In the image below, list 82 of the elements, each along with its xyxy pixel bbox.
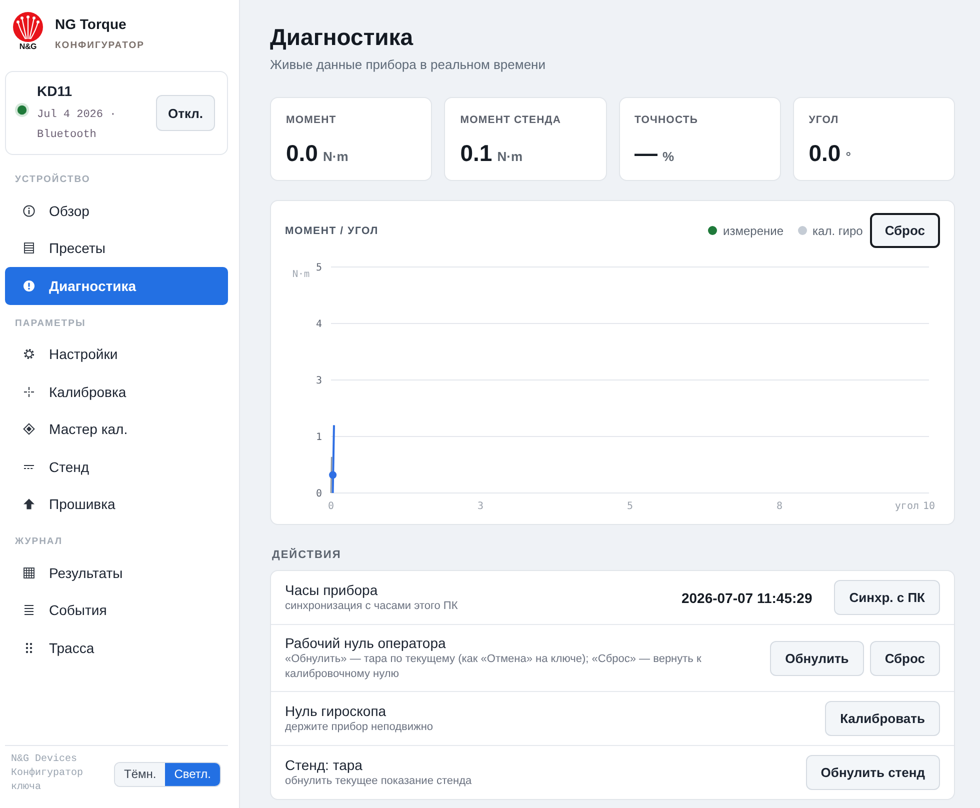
dots-icon [23, 642, 35, 654]
crosshair-icon [23, 386, 35, 398]
stat-label: МОМЕНТ [286, 113, 338, 127]
stat-label: УГОЛ [808, 113, 840, 127]
theme-option[interactable]: Тёмн. [115, 762, 166, 786]
nav-section-title: УСТРОЙСТВО [14, 173, 90, 187]
data-point [329, 471, 337, 479]
nav-item[interactable]: Обзор [5, 192, 228, 230]
axis-tick-label: 0 [316, 488, 322, 500]
stat-label: ТОЧНОСТЬ [634, 113, 700, 127]
stat-value: 0.0 [808, 140, 841, 166]
row-description: «Обнулить» — тара по текущему (как «Отмена» на ключе); «Сброс» — вернуть к калибровочному нулю [285, 652, 702, 682]
diamond-icon [23, 423, 35, 436]
lines-icon [23, 604, 35, 616]
app-subtitle: КОНФИГУРАТОР [55, 40, 144, 52]
nav-item[interactable]: Пресеты [5, 230, 228, 267]
reference-line [330, 456, 332, 494]
axis-tick-label: 10 [922, 501, 936, 512]
axis-tick-label: 5 [316, 262, 322, 274]
action-button[interactable]: Обнулить [770, 640, 864, 676]
nav-item[interactable]: Стенд [5, 448, 228, 486]
axis-tick-label: 0 [328, 501, 334, 512]
stat-unit: ° [846, 149, 851, 164]
axis-tick-label: 4 [316, 319, 322, 330]
axis-tick-label: 3 [316, 376, 322, 386]
stat-unit: N·m [322, 149, 348, 164]
list-icon [23, 242, 35, 254]
arrow-up-icon [23, 498, 35, 510]
nav-item[interactable]: Результаты [5, 554, 228, 592]
device-info: Jul 4 2026 · Bluetooth [37, 108, 118, 142]
stat-unit: % [662, 149, 674, 164]
stat-value: — [634, 140, 658, 166]
legend-label: измерение [723, 224, 784, 238]
clock-value: 2026-07-07 11:45:29 [681, 590, 812, 606]
row-title: Рабочий нуль оператора [285, 634, 446, 652]
stat-label: МОМЕНТ СТЕНДА [460, 113, 562, 127]
nav-item[interactable]: Калибровка [5, 373, 228, 410]
row-title: Часы прибора [285, 581, 378, 599]
row-title: Стенд: тара [285, 756, 362, 774]
stat-unit: N·m [497, 149, 523, 164]
theme-option[interactable]: Светл. [165, 762, 220, 786]
nav-item[interactable]: События [5, 592, 228, 629]
section-title: ДЕЙСТВИЯ [272, 548, 342, 562]
axis-unit-label: N·m [292, 269, 310, 280]
info-icon [23, 204, 35, 217]
nav-item[interactable]: Настройки [5, 336, 228, 373]
reset-button[interactable]: Сброс [870, 213, 940, 248]
row-title: Нуль гироскопа [285, 702, 386, 720]
nav-section-title: ЖУРНАЛ [14, 535, 63, 549]
action-button[interactable]: Обнулить стенд [806, 755, 940, 790]
gear-icon [23, 348, 35, 360]
axis-label: угол [894, 501, 919, 512]
nav-item[interactable]: Прошивка [5, 486, 228, 523]
page-subtitle: Живые данные прибора в реальном времени [270, 56, 546, 74]
device-name: KD11 [37, 82, 74, 100]
page-title: Диагностика [270, 23, 414, 51]
logo-text: N&G [19, 42, 37, 51]
alert-icon [23, 280, 35, 292]
legend-label: кал. гиро [812, 224, 863, 238]
stat-value: 0.1 [460, 140, 492, 166]
axis-tick-label: 3 [477, 501, 484, 512]
action-button[interactable]: Сброс [870, 640, 940, 676]
axis-tick-label: 5 [626, 501, 634, 512]
app-title: NG Torque [55, 15, 128, 33]
disconnect-button[interactable]: Откл. [156, 95, 215, 131]
nav-section-title: ПАРАМЕТРЫ [14, 316, 86, 330]
axis-tick-label: 8 [776, 501, 783, 512]
nav-item[interactable]: Трасса [5, 629, 228, 666]
action-button[interactable]: Синхр. с ПК [834, 580, 940, 615]
nav-item[interactable]: Мастер кал. [5, 410, 228, 448]
action-button[interactable]: Калибровать [825, 701, 940, 736]
chart-title: МОМЕНТ / УГОЛ [285, 224, 378, 236]
axis-tick-label: 1 [316, 432, 322, 443]
logo-icon [13, 12, 43, 42]
nav-item[interactable]: Диагностика [5, 267, 228, 304]
stat-value: 0.0 [286, 140, 318, 166]
grid-icon [23, 566, 35, 579]
data-line [332, 425, 335, 494]
row-description: синхронизация с часами этого ПК [285, 599, 458, 614]
row-description: обнулить текущее показание стенда [285, 774, 472, 789]
footer-text: N&G Devices Конфигуратор ключа [11, 753, 84, 795]
row-description: держите прибор неподвижно [285, 720, 434, 735]
